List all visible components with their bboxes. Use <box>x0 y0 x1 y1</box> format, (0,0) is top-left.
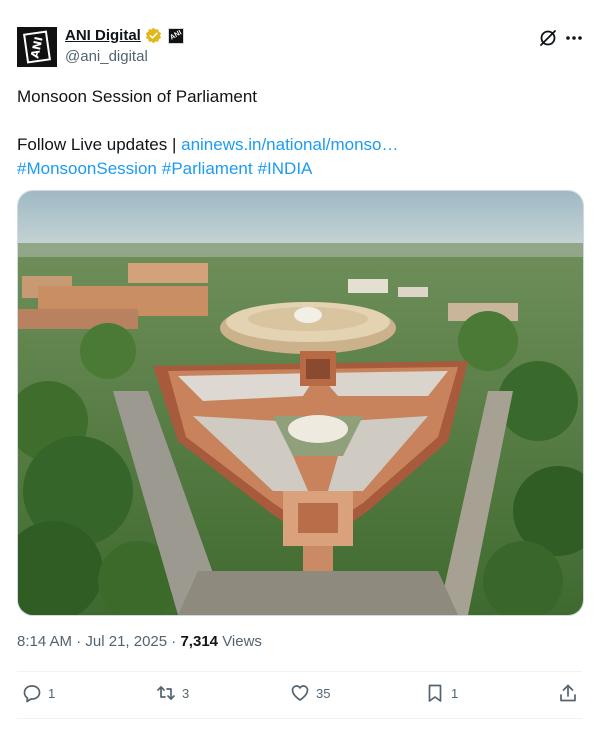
like-count: 35 <box>316 685 331 701</box>
tweet-meta: 8:14 AM · Jul 21, 2025 · 7,314 Views <box>17 633 262 650</box>
parliament-aerial-photo <box>18 191 583 615</box>
verified-badge-icon[interactable] <box>145 27 162 44</box>
tweet-text: Monsoon Session of Parliament Follow Liv… <box>17 85 577 181</box>
name-row: ANI Digital ANI <box>65 27 184 44</box>
tweet-text-line1: Monsoon Session of Parliament <box>17 87 258 106</box>
affiliate-badge-text: ANI <box>168 29 183 42</box>
hashtag-monsoon-session[interactable]: #MonsoonSession <box>17 159 157 178</box>
avatar[interactable]: ANI <box>17 27 57 67</box>
more-icon[interactable] <box>563 28 585 48</box>
repost-count: 3 <box>182 685 190 701</box>
like-button[interactable]: 35 <box>290 683 330 703</box>
bookmark-count: 1 <box>451 685 459 701</box>
handle[interactable]: @ani_digital <box>65 48 148 65</box>
reply-button[interactable]: 1 <box>22 683 55 703</box>
views-label: Views <box>222 633 262 650</box>
share-icon <box>560 684 576 702</box>
repost-icon <box>157 686 175 700</box>
meta-separator-2: · <box>171 633 177 650</box>
tweet-time[interactable]: 8:14 AM <box>17 633 72 650</box>
avatar-logo: ANI <box>23 30 51 64</box>
hashtag-parliament[interactable]: #Parliament <box>162 159 253 178</box>
tweet-text-line2: Follow Live updates | aninews.in/nationa… <box>17 133 577 157</box>
repost-button[interactable]: 3 <box>156 683 189 703</box>
article-link[interactable]: aninews.in/national/monso… <box>181 135 398 154</box>
affiliate-badge-icon[interactable]: ANI <box>167 27 184 44</box>
tweet-text-spacer <box>17 109 577 133</box>
bookmark-icon <box>428 684 442 702</box>
hashtags: #MonsoonSession #Parliament #INDIA <box>17 157 577 181</box>
divider-top <box>17 671 582 672</box>
divider-bottom <box>17 718 582 719</box>
avatar-logo-text: ANI <box>28 34 46 60</box>
tweet: ANI ANI Digital ANI @ani_digital Monsoon… <box>0 0 597 733</box>
meta-separator: · <box>76 633 82 650</box>
tweet-media-image[interactable] <box>17 190 584 616</box>
grok-icon[interactable] <box>538 28 558 48</box>
like-icon <box>291 685 309 701</box>
reply-count: 1 <box>48 685 56 701</box>
views-count: 7,314 <box>180 633 219 650</box>
tweet-date[interactable]: Jul 21, 2025 <box>85 633 167 650</box>
reply-icon <box>23 685 41 703</box>
display-name[interactable]: ANI Digital <box>65 27 141 44</box>
hashtag-india[interactable]: #INDIA <box>258 159 313 178</box>
bookmark-button[interactable]: 1 <box>425 683 458 703</box>
tweet-text-prefix: Follow Live updates | <box>17 135 182 154</box>
share-button[interactable] <box>558 683 578 703</box>
